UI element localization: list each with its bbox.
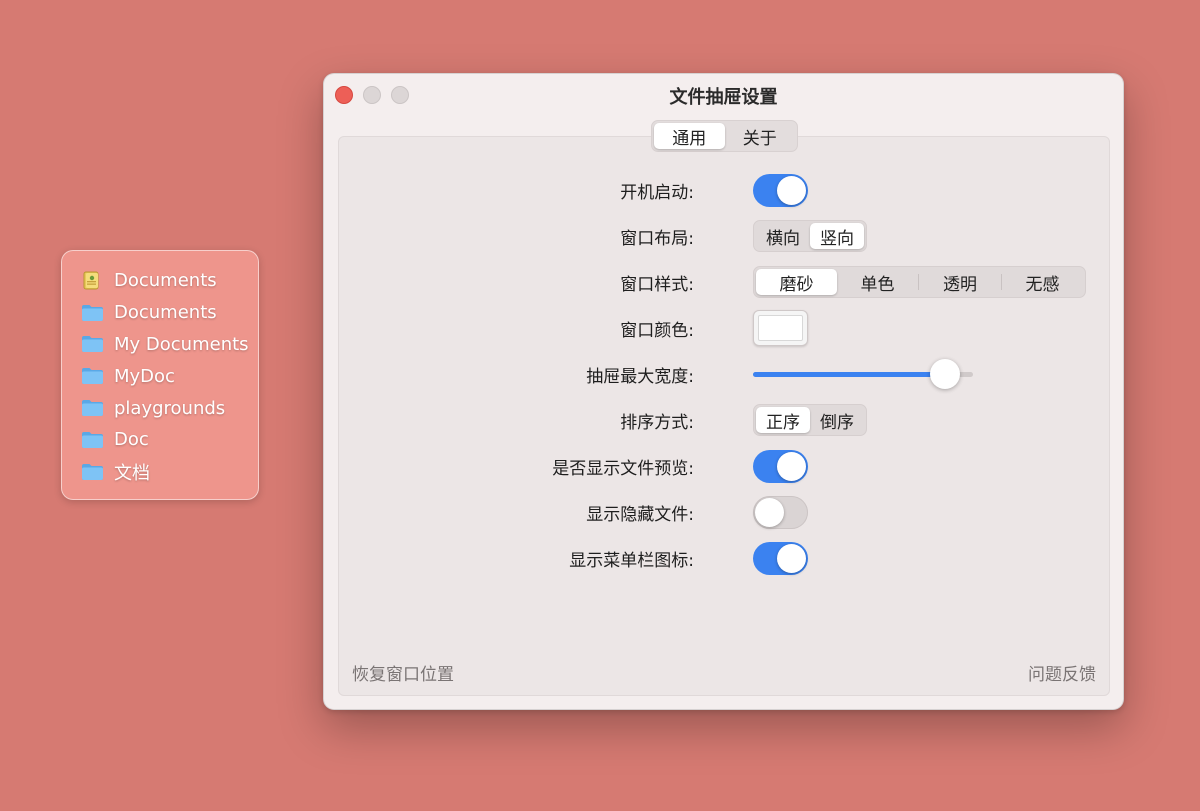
- slider-fill: [753, 372, 945, 377]
- drawer-item-folder[interactable]: playgrounds: [81, 392, 258, 424]
- setting-label: 窗口样式:: [620, 274, 694, 295]
- reset-window-position-link[interactable]: 恢复窗口位置: [352, 660, 454, 685]
- setting-label: 窗口颜色:: [620, 320, 694, 341]
- style-option-transparent[interactable]: 透明: [919, 269, 1001, 295]
- setting-row-launch-at-login: 开机启动:: [339, 172, 1109, 208]
- color-swatch: [758, 315, 803, 341]
- drawer-item-label: My Documents: [114, 333, 249, 355]
- setting-row-show-preview: 是否显示文件预览:: [339, 448, 1109, 484]
- settings-tab-bar: 通用 关于: [651, 120, 798, 152]
- layout-segmented-control: 横向 竖向: [753, 220, 867, 252]
- style-option-none[interactable]: 无感: [1002, 269, 1083, 295]
- layout-option-horizontal[interactable]: 横向: [756, 223, 810, 249]
- style-option-solid[interactable]: 单色: [837, 269, 918, 295]
- settings-window: 文件抽屉设置 开机启动: 窗口布局: 横向 竖向 窗口样式: 磨砂 单色 透明 …: [323, 73, 1124, 710]
- setting-label: 开机启动:: [620, 182, 694, 203]
- drawer-item-folder[interactable]: Doc: [81, 424, 258, 456]
- show-menubar-icon-toggle[interactable]: [753, 541, 808, 575]
- drawer-item-folder[interactable]: Documents: [81, 297, 258, 329]
- setting-row-sort: 排序方式: 正序 倒序: [339, 402, 1109, 438]
- feedback-link[interactable]: 问题反馈: [1028, 660, 1096, 685]
- show-preview-toggle[interactable]: [753, 449, 808, 483]
- setting-row-style: 窗口样式: 磨砂 单色 透明 无感: [339, 264, 1109, 300]
- setting-row-show-hidden: 显示隐藏文件:: [339, 494, 1109, 530]
- tab-about[interactable]: 关于: [725, 123, 796, 149]
- setting-row-menubar-icon: 显示菜单栏图标:: [339, 540, 1109, 576]
- setting-label: 显示隐藏文件:: [586, 504, 694, 525]
- setting-row-layout: 窗口布局: 横向 竖向: [339, 218, 1109, 254]
- tab-general[interactable]: 通用: [654, 123, 725, 149]
- folder-icon: [82, 400, 103, 417]
- file-drawer-panel: Documents Documents My Documents MyDoc p…: [61, 250, 259, 500]
- toggle-knob: [755, 497, 784, 527]
- toggle-knob: [777, 175, 806, 205]
- folder-icon: [82, 304, 103, 321]
- drawer-item-folder[interactable]: MyDoc: [81, 360, 258, 392]
- toggle-knob: [777, 543, 806, 573]
- setting-label: 窗口布局:: [620, 228, 694, 249]
- drawer-item-folder[interactable]: My Documents: [81, 329, 258, 361]
- setting-label: 抽屉最大宽度:: [586, 366, 694, 387]
- setting-row-color: 窗口颜色:: [339, 310, 1109, 346]
- launch-at-login-toggle[interactable]: [753, 173, 808, 207]
- drawer-item-documents-app[interactable]: Documents: [81, 265, 258, 297]
- toggle-knob: [777, 451, 806, 481]
- folder-icon: [82, 463, 103, 480]
- setting-label: 排序方式:: [620, 412, 694, 433]
- sort-segmented-control: 正序 倒序: [753, 404, 867, 436]
- sort-option-descending[interactable]: 倒序: [810, 407, 864, 433]
- documents-app-icon: [83, 271, 99, 290]
- style-option-frosted[interactable]: 磨砂: [756, 269, 837, 295]
- drawer-item-label: playgrounds: [114, 397, 226, 419]
- drawer-item-label: 文档: [114, 462, 150, 484]
- sort-option-ascending[interactable]: 正序: [756, 407, 810, 433]
- drawer-max-width-slider[interactable]: [753, 356, 973, 392]
- drawer-item-folder[interactable]: 文档: [81, 456, 258, 488]
- window-color-well[interactable]: [753, 310, 808, 346]
- folder-icon: [82, 431, 103, 448]
- layout-option-vertical[interactable]: 竖向: [810, 223, 864, 249]
- setting-label: 是否显示文件预览:: [552, 458, 694, 479]
- show-hidden-files-toggle[interactable]: [753, 495, 808, 529]
- drawer-item-label: MyDoc: [114, 365, 175, 387]
- window-title: 文件抽屉设置: [669, 87, 778, 108]
- slider-thumb[interactable]: [929, 359, 960, 389]
- drawer-item-label: Documents: [114, 270, 217, 292]
- drawer-item-label: Doc: [114, 429, 149, 451]
- drawer-item-label: Documents: [114, 302, 217, 324]
- setting-label: 显示菜单栏图标:: [569, 550, 694, 571]
- folder-icon: [82, 336, 103, 353]
- setting-row-max-width: 抽屉最大宽度:: [339, 356, 1109, 392]
- settings-content: 开机启动: 窗口布局: 横向 竖向 窗口样式: 磨砂 单色 透明 无感 窗口颜色…: [338, 136, 1110, 696]
- folder-icon: [82, 368, 103, 385]
- style-segmented-control: 磨砂 单色 透明 无感: [753, 266, 1086, 298]
